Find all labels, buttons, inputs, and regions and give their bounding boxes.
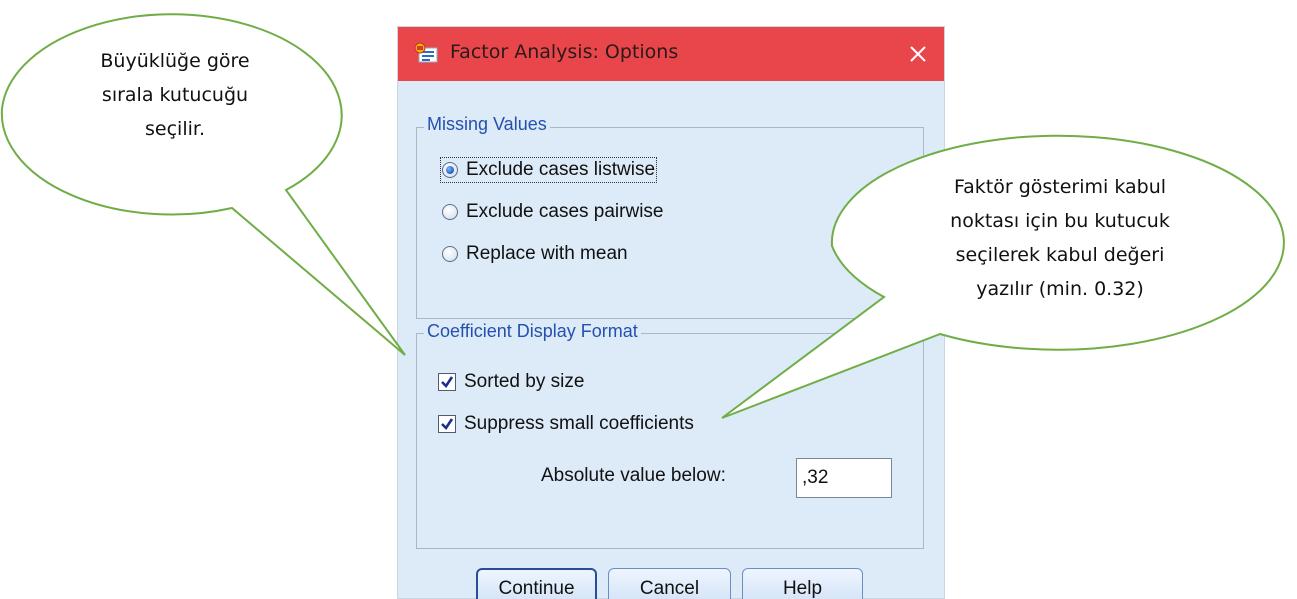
right-callout-line: seçilerek kabul değeri [955, 244, 1165, 266]
left-callout-line: sırala kutucuğu [101, 84, 249, 106]
absolute-value-label: Absolute value below: [541, 465, 726, 486]
missing-values-group [416, 127, 924, 319]
checkbox-checked-icon [438, 373, 456, 391]
coefficient-display-group [416, 333, 924, 549]
suppress-small-label: Suppress small coefficients [464, 413, 694, 434]
right-callout-line: yazılır (min. 0.32) [976, 278, 1144, 300]
left-callout-line: seçilir. [145, 118, 205, 140]
continue-button[interactable]: Continue [476, 568, 597, 599]
cancel-button[interactable]: Cancel [608, 568, 731, 599]
radio-exclude-pairwise[interactable]: Exclude cases pairwise [442, 201, 663, 223]
radio-exclude-pairwise-label: Exclude cases pairwise [466, 201, 664, 222]
radio-exclude-listwise[interactable]: Exclude cases listwise [439, 157, 658, 183]
absolute-value-input[interactable]: ,32 [796, 458, 892, 498]
right-callout-text: Faktör gösterimi kabul noktası için bu k… [850, 170, 1270, 306]
dialog-title: Factor Analysis: Options [450, 41, 679, 63]
help-button[interactable]: Help [742, 568, 863, 599]
title-bar[interactable]: Factor Analysis: Options [398, 27, 944, 81]
left-callout-text: Büyüklüğe göre sırala kutucuğu seçilir. [30, 44, 320, 146]
factor-analysis-options-dialog: Factor Analysis: Options Missing Values … [397, 26, 945, 599]
radio-replace-mean-label: Replace with mean [466, 243, 628, 264]
checkbox-suppress-small[interactable]: Suppress small coefficients [438, 413, 694, 435]
radio-unchecked-icon [442, 204, 458, 220]
right-callout-text-clip: Faktör gösterimi kabul noktası için bu k… [850, 170, 1270, 308]
radio-replace-mean[interactable]: Replace with mean [442, 243, 628, 265]
spss-app-icon [414, 42, 438, 63]
checkbox-checked-icon [438, 415, 456, 433]
coefficient-display-legend: Coefficient Display Format [424, 321, 641, 342]
right-callout-line: noktası için bu kutucuk [950, 210, 1170, 232]
checkbox-sorted-by-size[interactable]: Sorted by size [438, 371, 584, 393]
radio-unchecked-icon [442, 246, 458, 262]
close-icon[interactable] [900, 35, 934, 71]
sorted-by-size-label: Sorted by size [464, 371, 585, 392]
radio-exclude-listwise-label: Exclude cases listwise [466, 159, 656, 180]
radio-checked-icon [442, 162, 458, 178]
missing-values-legend: Missing Values [424, 114, 550, 135]
left-callout-line: Büyüklüğe göre [100, 50, 250, 72]
right-callout-line: Faktör gösterimi kabul [953, 176, 1167, 198]
screenshot-canvas: Factor Analysis: Options Missing Values … [0, 0, 1297, 599]
